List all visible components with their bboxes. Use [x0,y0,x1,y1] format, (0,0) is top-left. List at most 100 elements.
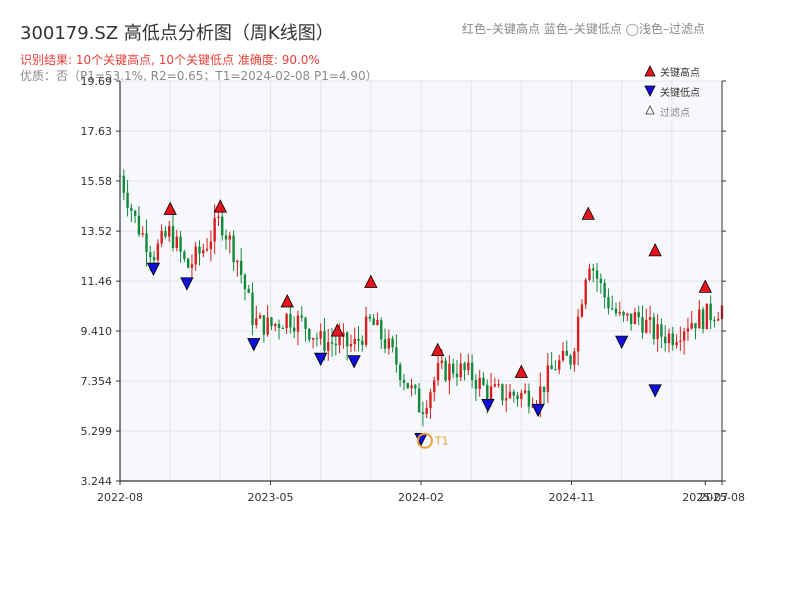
candle-body [512,391,515,396]
candle-body [717,319,720,321]
candle-body [391,338,394,348]
candle-body [315,338,319,340]
candle-body [296,315,300,332]
candle-body [592,268,595,271]
candle-body [251,292,254,326]
candle-body [345,332,349,347]
legend-high-label: 关键高点 [660,66,700,79]
candle-body [459,363,462,378]
candle-body [311,338,315,340]
candle-body [410,385,413,389]
candle-body [588,268,591,280]
candle-body [364,316,368,345]
candle-body [542,386,546,393]
candle-body [357,338,360,341]
candle-body [277,323,281,329]
candle-body [406,382,409,389]
x-tick-label: 2022-08 [97,491,143,504]
legend-filtered-label: 过滤点 [660,106,690,119]
candle-body [629,313,633,325]
candle-body [599,278,603,283]
candle-body [202,250,205,254]
candle-body [523,390,527,393]
candle-body [660,324,663,337]
candle-body [285,314,288,329]
candle-body [145,233,148,253]
x-tick-label: 2023-05 [248,491,294,504]
candle-body [198,246,201,254]
candle-body [470,362,474,381]
candle-body [679,340,682,342]
candle-body [190,264,194,268]
candle-body [626,313,629,316]
candle-body [493,384,497,387]
candle-body [467,362,470,371]
candle-body [417,388,421,413]
candle-body [486,384,489,401]
candle-body [255,318,258,326]
candle-body [327,342,330,351]
candle-body [368,316,372,319]
candle-body [429,392,432,409]
candle-body [300,315,303,318]
candle-body [164,230,167,237]
candle-body [546,365,550,393]
candle-body [175,236,178,248]
candle-body [448,363,451,381]
candle-body [232,235,235,263]
candle-body [701,309,705,330]
candle-body [243,274,247,289]
chart-canvas: 300179.SZ 高低点分析图（周K线图） 识别结果: 10个关键高点, 10… [20,21,745,504]
y-tick-label: 3.244 [81,475,113,488]
candle-body [508,391,512,399]
candle-body [474,380,478,390]
candle-body [186,258,190,268]
candle-body [645,319,648,333]
candle-body [504,398,508,401]
candle-body [690,323,693,329]
candle-body [289,314,292,328]
candle-body [656,324,659,340]
candle-body [247,288,250,293]
candle-body [686,328,690,332]
candle-body [304,317,307,330]
candle-body [478,377,481,390]
candle-body [637,312,640,318]
candle-body [141,233,144,235]
candle-body [421,412,425,415]
candle-body [308,329,311,340]
candle-body [183,251,186,259]
candle-body [209,241,213,249]
y-tick-label: 11.46 [81,275,113,288]
candle-body [194,246,197,265]
candle-body [440,360,444,364]
candle-body [383,339,387,349]
candle-body [713,320,716,322]
candle-body [463,363,466,371]
candle-body [205,248,209,251]
candle-body [149,252,152,258]
candle-body [160,230,163,244]
candle-body [266,317,269,335]
y-tick-label: 9.410 [81,325,113,338]
t1-label: T1 [434,435,449,448]
candle-body [239,260,243,275]
candle-body [520,392,523,400]
candle-body [292,327,296,332]
candle-body [414,385,417,389]
candle-body [334,343,338,346]
candle-body [671,333,674,346]
candle-body [611,308,614,310]
candle-body [595,270,599,279]
candle-body [614,308,618,314]
candle-body [133,210,137,216]
candle-body [213,217,216,242]
candle-body [622,311,625,316]
candle-body [262,315,266,335]
candle-body [433,380,436,393]
candle-body [258,315,262,319]
candle-body [709,303,712,321]
candle-body [584,279,587,305]
candle-body [436,363,440,381]
candle-body [694,323,697,329]
